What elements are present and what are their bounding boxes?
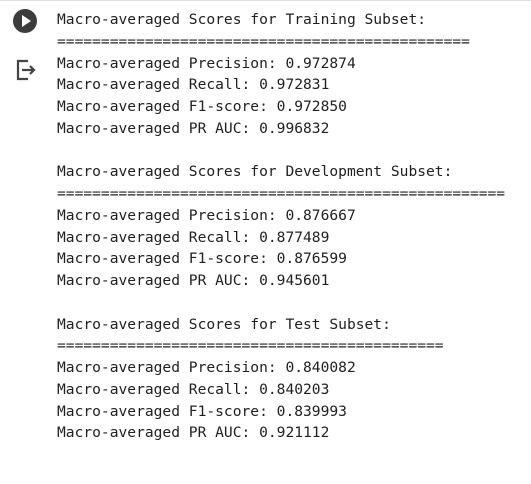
metric-line: Macro-averaged F1-score: 0.972850 <box>57 98 347 115</box>
metric-line: Macro-averaged Precision: 0.972874 <box>57 54 356 72</box>
output-exit-icon[interactable] <box>14 58 38 82</box>
run-cell-button[interactable] <box>13 9 37 33</box>
metric-line: Macro-averaged Precision: 0.876667 <box>57 206 356 224</box>
metric-line: Macro-averaged PR AUC: 0.921112 <box>57 424 330 442</box>
section-rule: ========================================… <box>57 32 470 50</box>
section-rule: ========================================… <box>57 185 506 202</box>
metric-line: Macro-averaged Precision: 0.840082 <box>57 359 356 376</box>
metric-line: Macro-averaged Recall: 0.972831 <box>57 76 330 94</box>
cell-output: Macro-averaged Scores for Training Subse… <box>57 9 505 444</box>
metric-line: Macro-averaged Recall: 0.840203 <box>57 380 330 398</box>
section-title: Macro-averaged Scores for Training Subse… <box>57 11 427 28</box>
section-title: Macro-averaged Scores for Test Subset: <box>57 315 391 333</box>
section-rule: ========================================… <box>57 337 444 355</box>
metric-line: Macro-averaged PR AUC: 0.996832 <box>57 119 330 137</box>
metric-line: Macro-averaged F1-score: 0.839993 <box>57 402 347 420</box>
section-title: Macro-averaged Scores for Development Su… <box>57 163 453 181</box>
metric-line: Macro-averaged F1-score: 0.876599 <box>57 250 347 268</box>
metric-line: Macro-averaged Recall: 0.877489 <box>57 228 330 246</box>
metric-line: Macro-averaged PR AUC: 0.945601 <box>57 272 330 289</box>
